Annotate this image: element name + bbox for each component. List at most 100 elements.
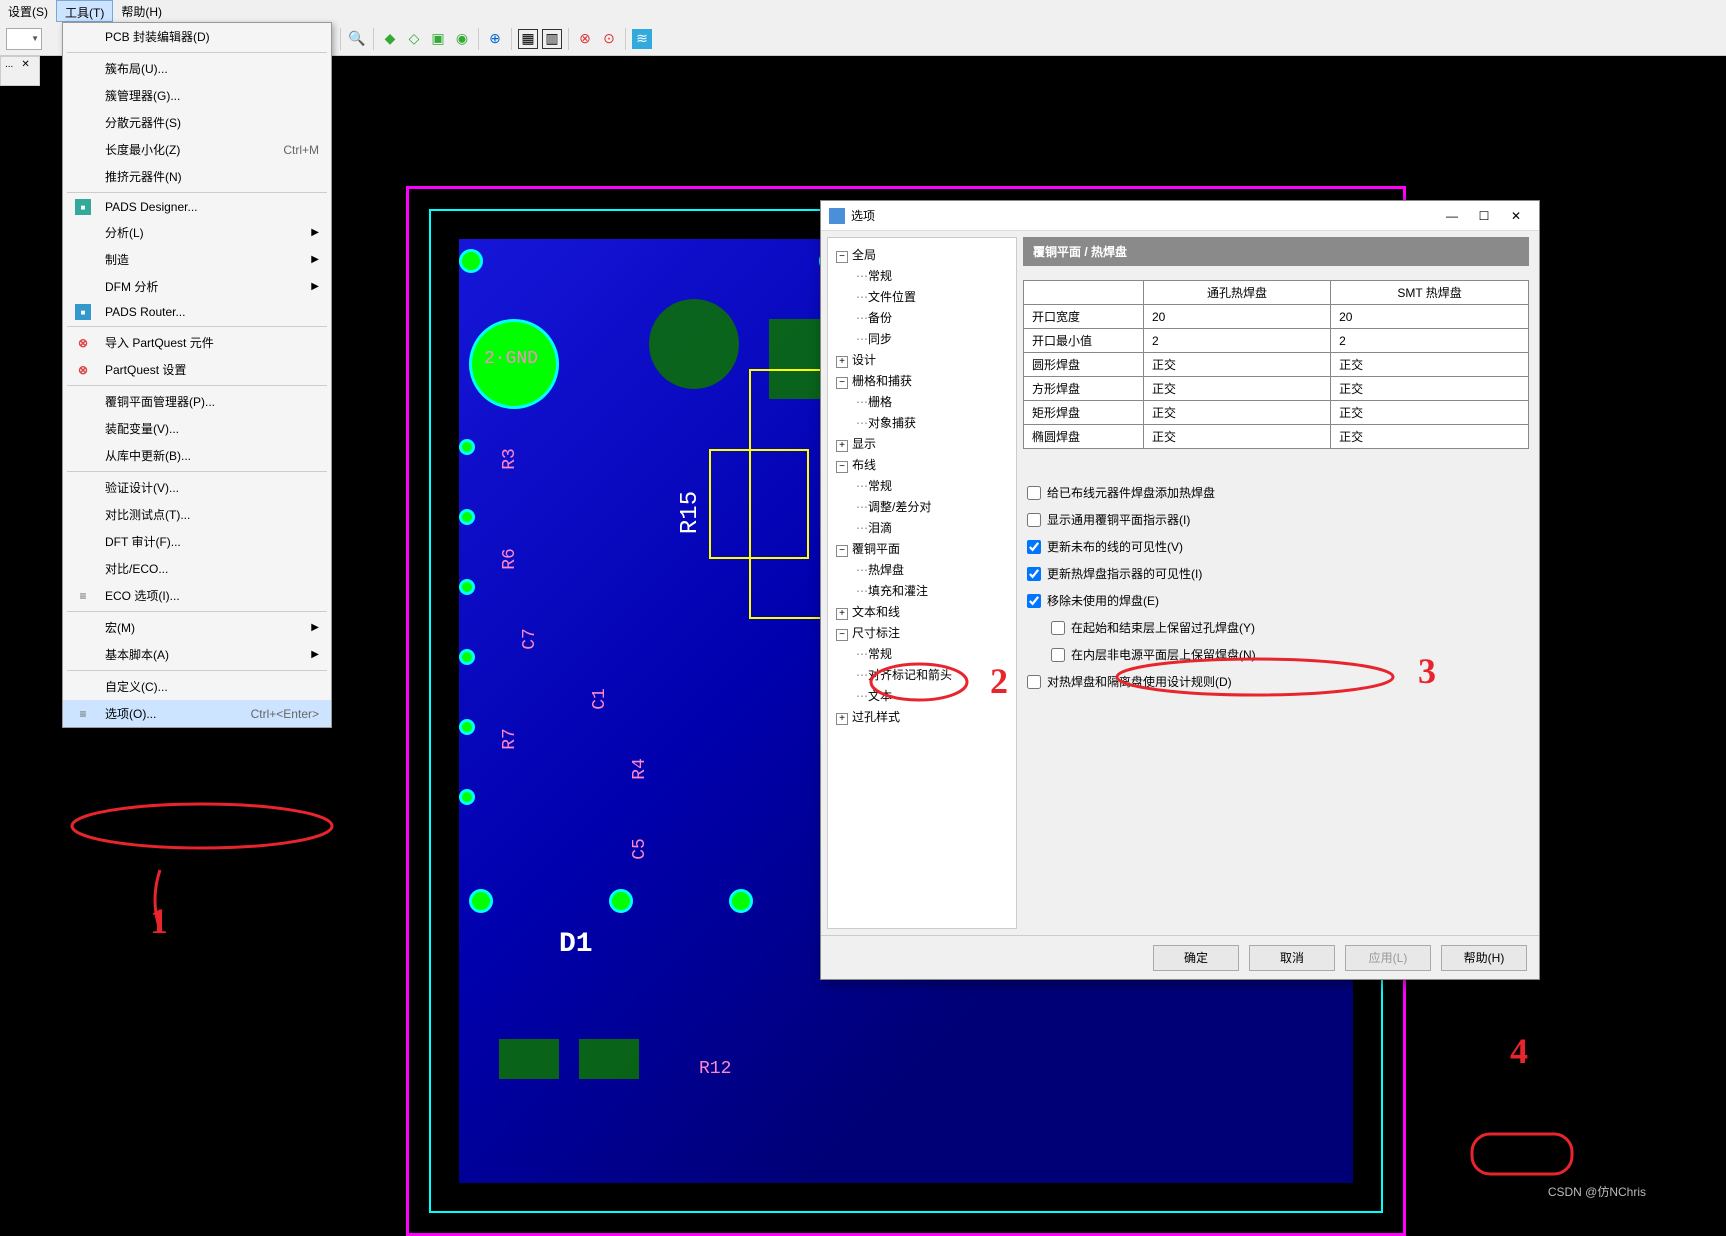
tree-node[interactable]: ⋯填充和灌注 [832,580,1012,601]
menu-help[interactable]: 帮助(H) [113,0,170,22]
tree-toggle-icon[interactable]: + [836,713,848,725]
menu-item[interactable]: 长度最小化(Z)Ctrl+M [63,136,331,163]
table-cell[interactable]: 正交 [1331,425,1529,449]
tree-toggle-icon[interactable]: − [836,629,848,641]
tree-node[interactable]: −栅格和捕获 [832,370,1012,391]
menu-item[interactable]: 簇管理器(G)... [63,82,331,109]
checkbox[interactable] [1051,648,1065,662]
tool-icon-4[interactable]: ◉ [452,29,472,49]
tree-node[interactable]: ⋯常规 [832,265,1012,286]
tree-toggle-icon[interactable]: − [836,377,848,389]
tree-node[interactable]: ⋯备份 [832,307,1012,328]
tree-toggle-icon[interactable]: + [836,440,848,452]
menu-item[interactable]: ≡ECO 选项(I)... [63,582,331,609]
tree-toggle-icon[interactable]: − [836,461,848,473]
table-cell[interactable]: 正交 [1331,353,1529,377]
checkbox[interactable] [1027,486,1041,500]
tool-icon-9[interactable]: ⊙ [599,29,619,49]
zoom-icon[interactable]: 🔍 [347,29,367,49]
checkbox[interactable] [1027,567,1041,581]
left-panel-tabs[interactable]: ...✕ [0,56,40,86]
tree-node[interactable]: ⋯泪滴 [832,517,1012,538]
tree-node[interactable]: +显示 [832,433,1012,454]
minimize-icon[interactable]: — [1437,204,1467,228]
tree-node[interactable]: ⋯对象捕获 [832,412,1012,433]
menu-item[interactable]: 覆铜平面管理器(P)... [63,388,331,415]
menu-item[interactable]: 从库中更新(B)... [63,442,331,469]
tool-icon-10[interactable]: ≋ [632,29,652,49]
tool-icon-7[interactable]: ▥ [542,29,562,49]
tool-icon-2[interactable]: ◇ [404,29,424,49]
tree-node[interactable]: +设计 [832,349,1012,370]
table-cell[interactable]: 正交 [1144,377,1331,401]
menu-item[interactable]: 验证设计(V)... [63,474,331,501]
menu-item[interactable]: 宏(M)▶ [63,614,331,641]
checkbox[interactable] [1027,540,1041,554]
menu-item[interactable]: DFT 审计(F)... [63,528,331,555]
table-cell[interactable]: 正交 [1144,353,1331,377]
checkbox[interactable] [1027,513,1041,527]
tree-node[interactable]: +过孔样式 [832,706,1012,727]
tree-node[interactable]: ⋯同步 [832,328,1012,349]
menu-item[interactable]: 分析(L)▶ [63,219,331,246]
menu-item[interactable]: 装配变量(V)... [63,415,331,442]
ok-button[interactable]: 确定 [1153,945,1239,971]
tree-node[interactable]: −布线 [832,454,1012,475]
tree-node[interactable]: ⋯常规 [832,643,1012,664]
options-tree[interactable]: −全局⋯常规⋯文件位置⋯备份⋯同步+设计−栅格和捕获⋯栅格⋯对象捕获+显示−布线… [827,237,1017,929]
menu-item[interactable]: 推挤元器件(N) [63,163,331,190]
tree-node[interactable]: −覆铜平面 [832,538,1012,559]
tree-node[interactable]: ⋯对齐标记和箭头 [832,664,1012,685]
menu-item[interactable]: PCB 封装编辑器(D) [63,23,331,50]
tool-icon-5[interactable]: ⊕ [485,29,505,49]
table-cell[interactable]: 正交 [1331,401,1529,425]
table-cell[interactable]: 20 [1144,305,1331,329]
maximize-icon[interactable]: ☐ [1469,204,1499,228]
menu-item[interactable]: 基本脚本(A)▶ [63,641,331,668]
tree-node[interactable]: ⋯文本 [832,685,1012,706]
toolbar-combo[interactable]: ▼ [6,28,42,50]
tree-toggle-icon[interactable]: + [836,608,848,620]
tree-toggle-icon[interactable]: − [836,545,848,557]
menu-item[interactable]: 对比/ECO... [63,555,331,582]
close-icon[interactable]: ✕ [1501,204,1531,228]
tree-node[interactable]: +文本和线 [832,601,1012,622]
tree-node[interactable]: ⋯栅格 [832,391,1012,412]
menu-item[interactable]: ⊗导入 PartQuest 元件 [63,329,331,356]
checkbox[interactable] [1027,675,1041,689]
menu-item[interactable]: 对比测试点(T)... [63,501,331,528]
apply-button[interactable]: 应用(L) [1345,945,1431,971]
menu-item[interactable]: 簇布局(U)... [63,55,331,82]
menu-item[interactable]: ■PADS Router... [63,300,331,324]
table-cell[interactable]: 2 [1144,329,1331,353]
menu-item[interactable]: ⊗PartQuest 设置 [63,356,331,383]
dialog-titlebar[interactable]: 选项 — ☐ ✕ [821,201,1539,231]
table-cell[interactable]: 2 [1331,329,1529,353]
menu-item[interactable]: 自定义(C)... [63,673,331,700]
tree-node[interactable]: −尺寸标注 [832,622,1012,643]
menu-settings[interactable]: 设置(S) [0,0,56,22]
menu-tools[interactable]: 工具(T) [56,0,113,22]
tree-node[interactable]: ⋯文件位置 [832,286,1012,307]
tool-icon-3[interactable]: ▣ [428,29,448,49]
tree-toggle-icon[interactable]: + [836,356,848,368]
menu-item[interactable]: DFM 分析▶ [63,273,331,300]
tree-node[interactable]: −全局 [832,244,1012,265]
help-button[interactable]: 帮助(H) [1441,945,1527,971]
table-cell[interactable]: 正交 [1144,401,1331,425]
menu-item[interactable]: ■PADS Designer... [63,195,331,219]
checkbox[interactable] [1051,621,1065,635]
menu-item[interactable]: ≡选项(O)...Ctrl+<Enter> [63,700,331,727]
table-cell[interactable]: 正交 [1144,425,1331,449]
checkbox[interactable] [1027,594,1041,608]
tree-node[interactable]: ⋯常规 [832,475,1012,496]
menu-item[interactable]: 制造▶ [63,246,331,273]
tool-icon-6[interactable]: ▦ [518,29,538,49]
tree-node[interactable]: ⋯调整/差分对 [832,496,1012,517]
menu-item[interactable]: 分散元器件(S) [63,109,331,136]
tool-icon-8[interactable]: ⊗ [575,29,595,49]
table-cell[interactable]: 20 [1331,305,1529,329]
tree-node[interactable]: ⋯热焊盘 [832,559,1012,580]
table-cell[interactable]: 正交 [1331,377,1529,401]
tool-icon-1[interactable]: ◆ [380,29,400,49]
